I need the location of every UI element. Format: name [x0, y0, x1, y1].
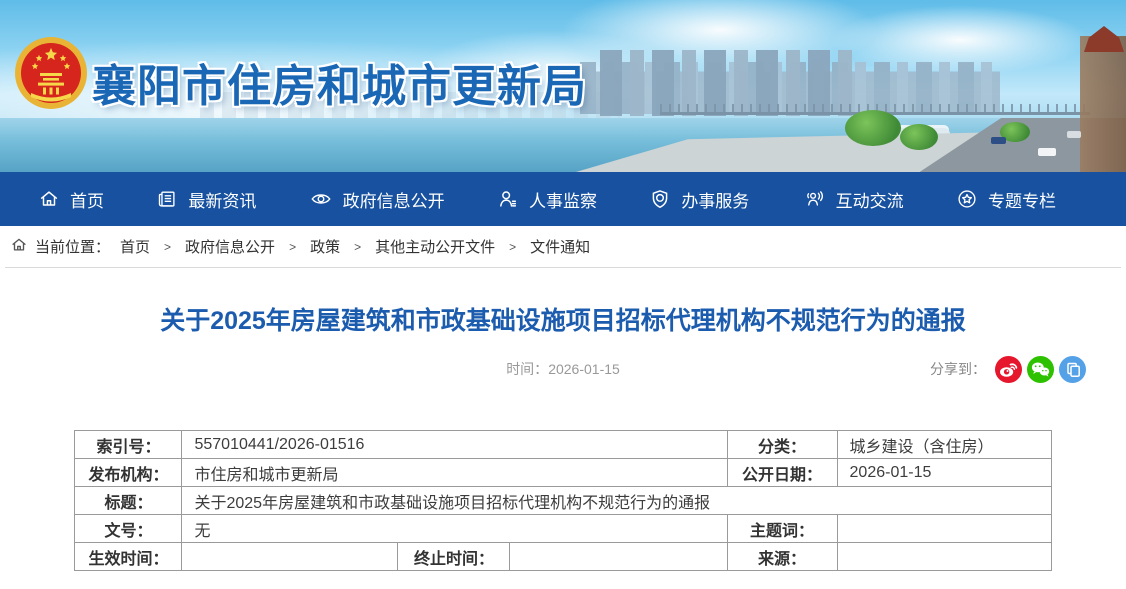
eye-icon	[309, 188, 333, 210]
nav-item-label: 政府信息公开	[343, 187, 445, 212]
publish-date-label: 公开日期：	[727, 459, 837, 487]
wechat-icon[interactable]	[1027, 356, 1054, 383]
copy-link-icon[interactable]	[1059, 356, 1086, 383]
star-icon	[956, 188, 978, 210]
chat-icon	[802, 188, 826, 210]
nav-item-label: 人事监察	[529, 187, 597, 212]
agency-label: 发布机构：	[75, 459, 182, 487]
car	[991, 137, 1006, 144]
agency-value: 市住房和城市更新局	[182, 459, 727, 487]
nav-item-label: 专题专栏	[988, 187, 1056, 212]
share-label: 分享到：	[930, 359, 986, 379]
ancient-city-wall	[1080, 36, 1126, 172]
table-row: 索引号： 557010441/2026-01516 分类： 城乡建设（含住房）	[75, 431, 1051, 459]
person-icon	[497, 188, 519, 210]
effective-time-label: 生效时间：	[75, 543, 182, 571]
breadcrumb: 当前位置： 首页 > 政府信息公开 > 政策 > 其他主动公开文件 > 文件通知	[0, 226, 1126, 267]
nav-item-interaction[interactable]: 互动交流	[802, 187, 904, 212]
publish-date-value: 2026-01-15	[837, 459, 1051, 487]
time-label: 时间：	[506, 361, 548, 377]
title-value: 关于2025年房屋建筑和市政基础设施项目招标代理机构不规范行为的通报	[182, 487, 1051, 515]
home-icon	[38, 188, 60, 210]
title-label: 标题：	[75, 487, 182, 515]
page-title: 关于2025年房屋建筑和市政基础设施项目招标代理机构不规范行为的通报	[0, 301, 1126, 337]
news-icon	[156, 188, 178, 210]
document-metadata-table: 索引号： 557010441/2026-01516 分类： 城乡建设（含住房） …	[74, 430, 1051, 571]
home-icon	[10, 236, 28, 258]
nav-item-gov-info[interactable]: 政府信息公开	[309, 187, 445, 212]
site-title: 襄阳市住房和城市更新局	[92, 50, 587, 114]
article-meta: 时间：2026-01-15 分享到：	[0, 354, 1126, 384]
nav-item-special-columns[interactable]: 专题专栏	[956, 187, 1056, 212]
doc-number-label: 文号：	[75, 515, 182, 543]
table-row: 文号： 无 主题词：	[75, 515, 1051, 543]
nav-item-label: 办事服务	[681, 187, 749, 212]
table-row: 标题： 关于2025年房屋建筑和市政基础设施项目招标代理机构不规范行为的通报	[75, 487, 1051, 515]
tree	[900, 124, 938, 150]
breadcrumb-separator: >	[354, 240, 361, 254]
end-time-label: 终止时间：	[398, 543, 510, 571]
nav-item-label: 互动交流	[836, 187, 904, 212]
main-nav: 首页 最新资讯 政府信息公开 人事监察 办事服务 互动交流 专题专栏	[0, 172, 1126, 226]
keywords-value	[837, 515, 1051, 543]
share-bar: 分享到：	[930, 354, 1086, 384]
banner: 襄阳市住房和城市更新局	[0, 0, 1126, 172]
car	[1067, 131, 1081, 138]
breadcrumb-separator: >	[509, 240, 516, 254]
breadcrumb-separator: >	[289, 240, 296, 254]
source-value	[837, 543, 1051, 571]
breadcrumb-location-label: 当前位置：	[35, 236, 110, 257]
nav-item-personnel[interactable]: 人事监察	[497, 187, 597, 212]
breadcrumb-item-policy[interactable]: 政策	[310, 236, 340, 257]
car	[1038, 148, 1056, 156]
keywords-label: 主题词：	[727, 515, 837, 543]
breadcrumb-item-home[interactable]: 首页	[120, 236, 150, 257]
nav-item-news[interactable]: 最新资讯	[156, 187, 256, 212]
nav-item-label: 首页	[70, 187, 104, 212]
nav-item-label: 最新资讯	[188, 187, 256, 212]
doc-number-value: 无	[182, 515, 727, 543]
shield-icon	[649, 188, 671, 210]
category-value: 城乡建设（含住房）	[837, 431, 1051, 459]
index-label: 索引号：	[75, 431, 182, 459]
index-value: 557010441/2026-01516	[182, 431, 727, 459]
breadcrumb-item-gov-info[interactable]: 政府信息公开	[185, 236, 275, 257]
table-row: 生效时间： 终止时间： 来源：	[75, 543, 1051, 571]
end-time-value	[510, 543, 727, 571]
effective-time-value	[182, 543, 398, 571]
national-emblem-icon	[14, 36, 88, 110]
tree	[845, 110, 901, 146]
nav-item-services[interactable]: 办事服务	[649, 187, 749, 212]
weibo-icon[interactable]	[995, 356, 1022, 383]
source-label: 来源：	[727, 543, 837, 571]
breadcrumb-item-other-docs[interactable]: 其他主动公开文件	[375, 236, 495, 257]
category-label: 分类：	[727, 431, 837, 459]
nav-item-home[interactable]: 首页	[38, 187, 104, 212]
breadcrumb-separator: >	[164, 240, 171, 254]
divider	[5, 267, 1121, 268]
breadcrumb-item-notices[interactable]: 文件通知	[530, 236, 590, 257]
pavilion-roof	[1084, 26, 1124, 52]
table-row: 发布机构： 市住房和城市更新局 公开日期： 2026-01-15	[75, 459, 1051, 487]
time-value: 2026-01-15	[548, 361, 620, 377]
